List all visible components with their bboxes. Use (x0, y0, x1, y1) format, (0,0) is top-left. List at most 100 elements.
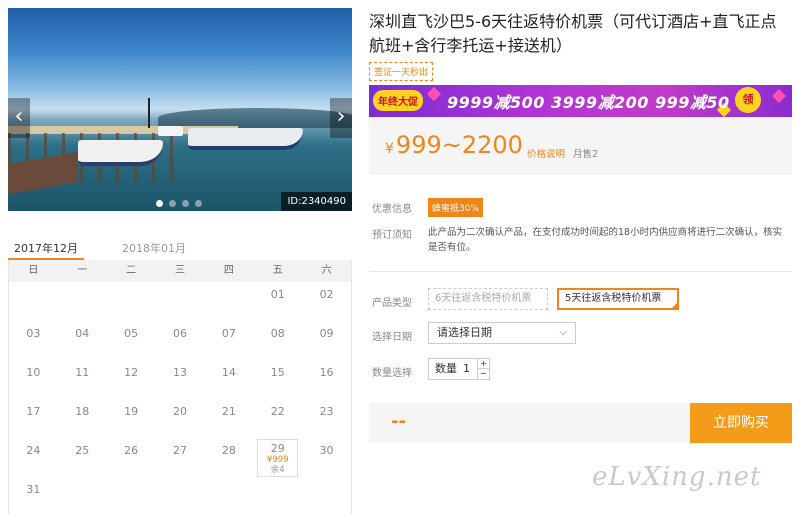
calendar-day[interactable]: 04 (58, 321, 107, 360)
currency-symbol: ¥ (385, 141, 394, 157)
watermark: eLvXing.net (592, 462, 762, 492)
calendar-day[interactable]: 09 (302, 321, 351, 360)
calendar-day[interactable]: 26 (107, 438, 156, 477)
promo-banner[interactable]: 年终大促 9999减500 3999减200 999减50 领 (369, 85, 792, 117)
calendar-day[interactable]: 12 (107, 360, 156, 399)
month-tabs: 2017年12月 2018年01月 (8, 236, 352, 260)
total-price: -- (391, 411, 406, 432)
date-select-value: 请选择日期 (437, 326, 492, 339)
calendar-day[interactable]: 08 (253, 321, 302, 360)
gallery-dots (156, 200, 202, 207)
calendar-day[interactable]: 22 (253, 399, 302, 438)
divider (369, 271, 792, 272)
price-box: ¥999~2200 价格说明 月售2 (369, 117, 792, 175)
gallery-dot[interactable] (169, 200, 176, 207)
quantity-decrease-button[interactable]: − (477, 369, 489, 379)
calendar-day[interactable]: 24 (9, 438, 58, 477)
weekday-label: 一 (77, 265, 88, 276)
calendar-weekday-header: 日 一 二 三 四 五 六 (9, 260, 351, 282)
gallery-dot[interactable] (156, 200, 163, 207)
product-title: 深圳直飞沙巴5-6天往返特价机票（可代订酒店+直飞正点航班+含行李托运+接送机） (369, 12, 777, 55)
date-select[interactable]: 请选择日期 ⌵ (428, 322, 576, 344)
calendar-day[interactable]: 07 (204, 321, 253, 360)
calendar-day[interactable]: 27 (156, 438, 205, 477)
calendar-day-price: ¥999 (266, 455, 289, 465)
calendar-day[interactable]: 16 (302, 360, 351, 399)
quantity-label: 数量选择 (372, 368, 412, 379)
quantity-stepper-label: 数量 (435, 362, 457, 375)
calendar-day[interactable]: 10 (9, 360, 58, 399)
calendar-empty-cell (204, 282, 253, 321)
gallery-dot[interactable] (182, 200, 189, 207)
weekday-label: 三 (175, 265, 185, 276)
photo-boat (158, 126, 183, 136)
discount-label: 优惠信息 (372, 204, 412, 215)
calendar-day[interactable]: 14 (204, 360, 253, 399)
notice-text: 此产品为二次确认产品，在支付成功时间起的18小时内供应商将进行二次确认，核实是否… (428, 227, 783, 253)
calendar-day[interactable]: 31 (9, 477, 58, 515)
chevron-down-icon: ⌵ (559, 327, 567, 338)
quantity-stepper: 数量 1 + − (428, 358, 490, 380)
price-note-link[interactable]: 价格说明 (527, 146, 565, 160)
photo-boat (78, 140, 163, 166)
weekday-label: 日 (28, 265, 39, 276)
select-date-label: 选择日期 (372, 332, 412, 343)
calendar-day[interactable]: 25 (58, 438, 107, 477)
calendar-empty-cell (58, 282, 107, 321)
monthly-sales: 月售2 (573, 149, 599, 160)
calendar: 日 一 二 三 四 五 六 01 02 03 04 05 06 07 08 09 10 11 12 13… (8, 260, 352, 514)
photo-lamp-post (148, 98, 150, 128)
calendar-day-box: 29 ¥999 余4 (257, 439, 299, 477)
weekday-label: 五 (272, 265, 283, 276)
gallery-prev-button[interactable]: ‹ (8, 98, 30, 138)
calendar-day[interactable]: 20 (156, 399, 205, 438)
quantity-value[interactable]: 1 (463, 359, 470, 379)
calendar-day[interactable]: 19 (107, 399, 156, 438)
calendar-day[interactable]: 11 (58, 360, 107, 399)
calendar-day[interactable]: 17 (9, 399, 58, 438)
calendar-empty-cell (107, 282, 156, 321)
promo-badge: 年终大促 (373, 90, 423, 111)
calendar-day-available[interactable]: 29 ¥999 余4 (253, 438, 302, 477)
calendar-day[interactable]: 15 (253, 360, 302, 399)
tab-month-dec[interactable]: 2017年12月 (8, 236, 84, 260)
calendar-day[interactable]: 13 (156, 360, 205, 399)
calendar-day[interactable]: 30 (302, 438, 351, 477)
calendar-day[interactable]: 18 (58, 399, 107, 438)
photo-boat (188, 128, 303, 150)
price-range-value: 999~2200 (395, 131, 523, 159)
calendar-day[interactable]: 06 (156, 321, 205, 360)
quantity-increase-button[interactable]: + (477, 359, 489, 369)
buy-bar: -- 立即购买 (369, 403, 792, 443)
calendar-day-stock: 余4 (270, 465, 285, 475)
price-range: ¥999~2200 (385, 131, 523, 159)
calendar-empty-cell (156, 282, 205, 321)
promo-decoration (771, 88, 787, 104)
calendar-day[interactable]: 28 (204, 438, 253, 477)
photo-id-label: ID:2340490 (281, 192, 352, 211)
product-type-option-6day[interactable]: 6天往返含税特价机票 (428, 288, 548, 310)
tab-month-jan[interactable]: 2018年01月 (116, 236, 192, 260)
calendar-day[interactable]: 21 (204, 399, 253, 438)
promo-get-button[interactable]: 领 (735, 87, 761, 113)
weekday-label: 四 (223, 265, 234, 276)
calendar-day-number: 29 (270, 442, 285, 455)
product-photo: ‹ › ID:2340490 (8, 8, 352, 211)
calendar-day[interactable]: 01 (253, 282, 302, 321)
calendar-day[interactable]: 05 (107, 321, 156, 360)
calendar-grid: 01 02 03 04 05 06 07 08 09 10 11 12 13 14 15 16 17 18 19 20… (9, 282, 351, 515)
product-type-option-5day[interactable]: 5天往返含税特价机票 (557, 288, 679, 310)
calendar-day[interactable]: 03 (9, 321, 58, 360)
gallery-dot[interactable] (195, 200, 202, 207)
notice-label: 预订须知 (372, 230, 412, 241)
calendar-day[interactable]: 23 (302, 399, 351, 438)
gallery-next-button[interactable]: › (330, 98, 352, 138)
product-type-label: 产品类型 (372, 298, 412, 309)
discount-badge: 蜂蜜抵30% (428, 198, 484, 217)
promo-text: 9999减500 3999减200 999减50 (447, 93, 730, 112)
calendar-day[interactable]: 02 (302, 282, 351, 321)
calendar-empty-cell (9, 282, 58, 321)
weekday-label: 六 (321, 265, 332, 276)
weekday-label: 二 (126, 265, 137, 276)
buy-now-button[interactable]: 立即购买 (690, 403, 792, 443)
